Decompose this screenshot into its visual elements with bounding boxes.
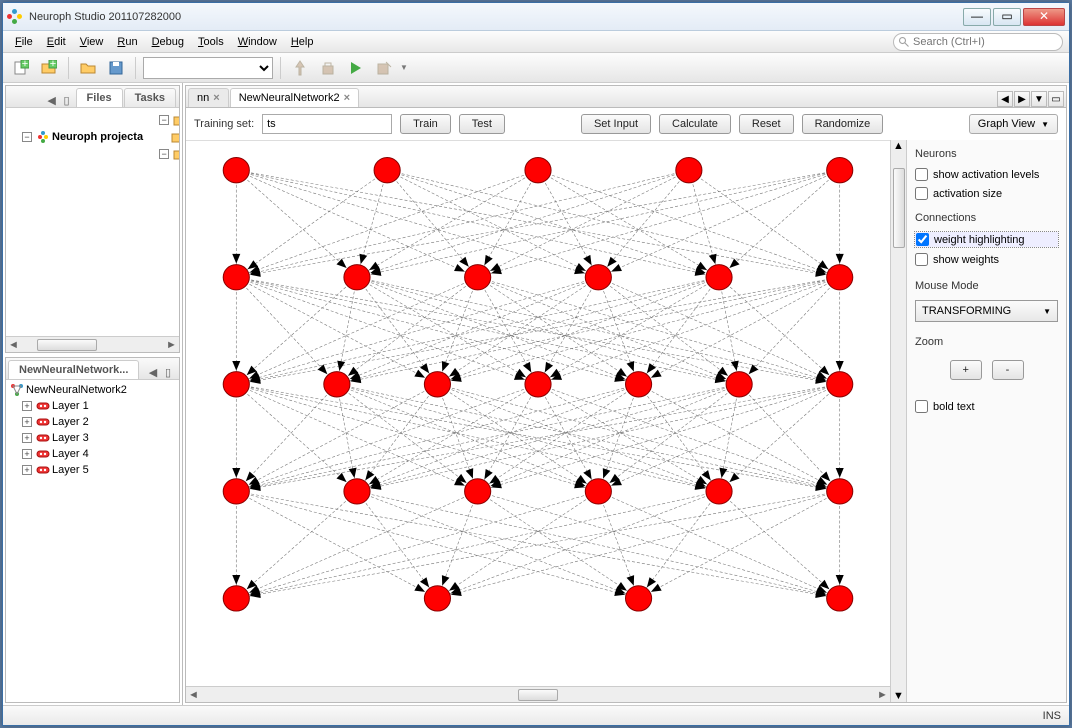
- editor-toolbar: Training set: Train Test Set Input Calcu…: [186, 108, 1066, 140]
- window-title: Neuroph Studio 201107282000: [29, 11, 963, 23]
- training-set-input[interactable]: [262, 114, 392, 134]
- editor-tabs: nn× NewNeuralNetwork2× ◀ ▶ ▼ ▭: [185, 85, 1067, 107]
- close-icon[interactable]: ×: [344, 92, 350, 104]
- restore-icon[interactable]: ◀: [45, 93, 59, 107]
- train-button[interactable]: Train: [400, 114, 451, 134]
- nav-layer-item[interactable]: +Layer 2: [22, 414, 177, 430]
- clean-button[interactable]: [316, 56, 340, 80]
- svg-text:+: +: [50, 60, 56, 70]
- scroll-left-icon[interactable]: ◀: [997, 91, 1013, 107]
- open-button[interactable]: [76, 56, 100, 80]
- randomize-button[interactable]: Randomize: [802, 114, 884, 134]
- new-project-button[interactable]: +: [37, 56, 61, 80]
- search-box[interactable]: [893, 33, 1063, 51]
- training-set-label: Training set:: [194, 118, 254, 130]
- navigator-title[interactable]: NewNeuralNetwork...: [8, 360, 139, 379]
- minimize-button[interactable]: —: [963, 8, 991, 26]
- view-mode-combo[interactable]: Graph View▼: [969, 114, 1058, 134]
- titlebar: Neuroph Studio 201107282000 — ▭ ✕: [3, 3, 1069, 31]
- canvas-vscroll[interactable]: ▲▼: [890, 140, 906, 702]
- projects-tree[interactable]: −Neuroph projecta −Neural Networks NewNe…: [6, 108, 179, 336]
- tab-nn[interactable]: nn×: [188, 88, 229, 107]
- network-canvas[interactable]: [186, 141, 890, 686]
- maximize-icon[interactable]: ▭: [1048, 91, 1064, 107]
- tree-root[interactable]: Neuroph projecta: [52, 131, 143, 143]
- dropdown-icon[interactable]: ▼: [1031, 91, 1047, 107]
- svg-text:+: +: [22, 60, 28, 70]
- navigator-tree[interactable]: NewNeuralNetwork2 +Layer 1+Layer 2+Layer…: [6, 380, 179, 702]
- nav-layer-item[interactable]: +Layer 3: [22, 430, 177, 446]
- zoom-heading: Zoom: [915, 336, 1058, 348]
- toolbar: + + ▼: [3, 53, 1069, 83]
- menu-window[interactable]: Window: [232, 34, 283, 50]
- menu-tools[interactable]: Tools: [192, 34, 230, 50]
- set-input-button[interactable]: Set Input: [581, 114, 651, 134]
- connections-heading: Connections: [915, 212, 1058, 224]
- projects-panel: ◀▯ Files Tasks −Neuroph projecta −Neural…: [5, 85, 180, 353]
- menu-edit[interactable]: Edit: [41, 34, 72, 50]
- maximize-button[interactable]: ▭: [993, 8, 1021, 26]
- neurons-heading: Neurons: [915, 148, 1058, 160]
- chk-activation-levels[interactable]: show activation levels: [915, 168, 1058, 181]
- nav-layer-item[interactable]: +Layer 1: [22, 398, 177, 414]
- menu-file[interactable]: File: [9, 34, 39, 50]
- debug-button[interactable]: [372, 56, 396, 80]
- menu-help[interactable]: Help: [285, 34, 320, 50]
- chk-show-weights[interactable]: show weights: [915, 253, 1058, 266]
- nav-restore-icon[interactable]: ◀: [146, 365, 160, 379]
- close-button[interactable]: ✕: [1023, 8, 1065, 26]
- menu-run[interactable]: Run: [111, 34, 143, 50]
- tab-files[interactable]: Files: [76, 88, 123, 107]
- chevron-down-icon: ▼: [1043, 307, 1051, 316]
- calculate-button[interactable]: Calculate: [659, 114, 731, 134]
- statusbar: INS: [3, 705, 1069, 725]
- search-input[interactable]: [913, 36, 1058, 48]
- navigator-panel: NewNeuralNetwork... ◀▯ NewNeuralNetwork2…: [5, 357, 180, 703]
- pin-icon[interactable]: ▯: [60, 93, 74, 107]
- nav-pin-icon[interactable]: ▯: [161, 365, 175, 379]
- nav-layer-item[interactable]: +Layer 5: [22, 462, 177, 478]
- status-ins: INS: [1043, 710, 1061, 722]
- new-file-button[interactable]: +: [9, 56, 33, 80]
- menubar: File Edit View Run Debug Tools Window He…: [3, 31, 1069, 53]
- scroll-right-icon[interactable]: ▶: [1014, 91, 1030, 107]
- mouse-mode-select[interactable]: TRANSFORMING▼: [915, 300, 1058, 322]
- chk-activation-size[interactable]: activation size: [915, 187, 1058, 200]
- close-icon[interactable]: ×: [213, 92, 219, 104]
- reset-button[interactable]: Reset: [739, 114, 794, 134]
- projects-hscroll[interactable]: ◄►: [6, 336, 179, 352]
- mouse-mode-heading: Mouse Mode: [915, 280, 1058, 292]
- canvas-hscroll[interactable]: ◄►: [186, 686, 890, 702]
- save-all-button[interactable]: [104, 56, 128, 80]
- test-button[interactable]: Test: [459, 114, 505, 134]
- app-icon: [7, 9, 23, 25]
- run-button[interactable]: [344, 56, 368, 80]
- build-button[interactable]: [288, 56, 312, 80]
- view-options-panel: Neurons show activation levels activatio…: [906, 140, 1066, 702]
- zoom-in-button[interactable]: +: [950, 360, 982, 380]
- menu-debug[interactable]: Debug: [146, 34, 190, 50]
- chk-weight-highlighting[interactable]: weight highlighting: [915, 232, 1058, 247]
- chk-bold-text[interactable]: bold text: [915, 400, 1058, 413]
- nav-layer-item[interactable]: +Layer 4: [22, 446, 177, 462]
- tab-tasks[interactable]: Tasks: [124, 88, 176, 107]
- chevron-down-icon: ▼: [1041, 120, 1049, 129]
- nav-root[interactable]: NewNeuralNetwork2: [26, 384, 127, 396]
- config-combo[interactable]: [143, 57, 273, 79]
- tab-newneuralnetwork2[interactable]: NewNeuralNetwork2×: [230, 88, 359, 107]
- search-icon: [898, 36, 910, 48]
- menu-view[interactable]: View: [74, 34, 110, 50]
- zoom-out-button[interactable]: -: [992, 360, 1024, 380]
